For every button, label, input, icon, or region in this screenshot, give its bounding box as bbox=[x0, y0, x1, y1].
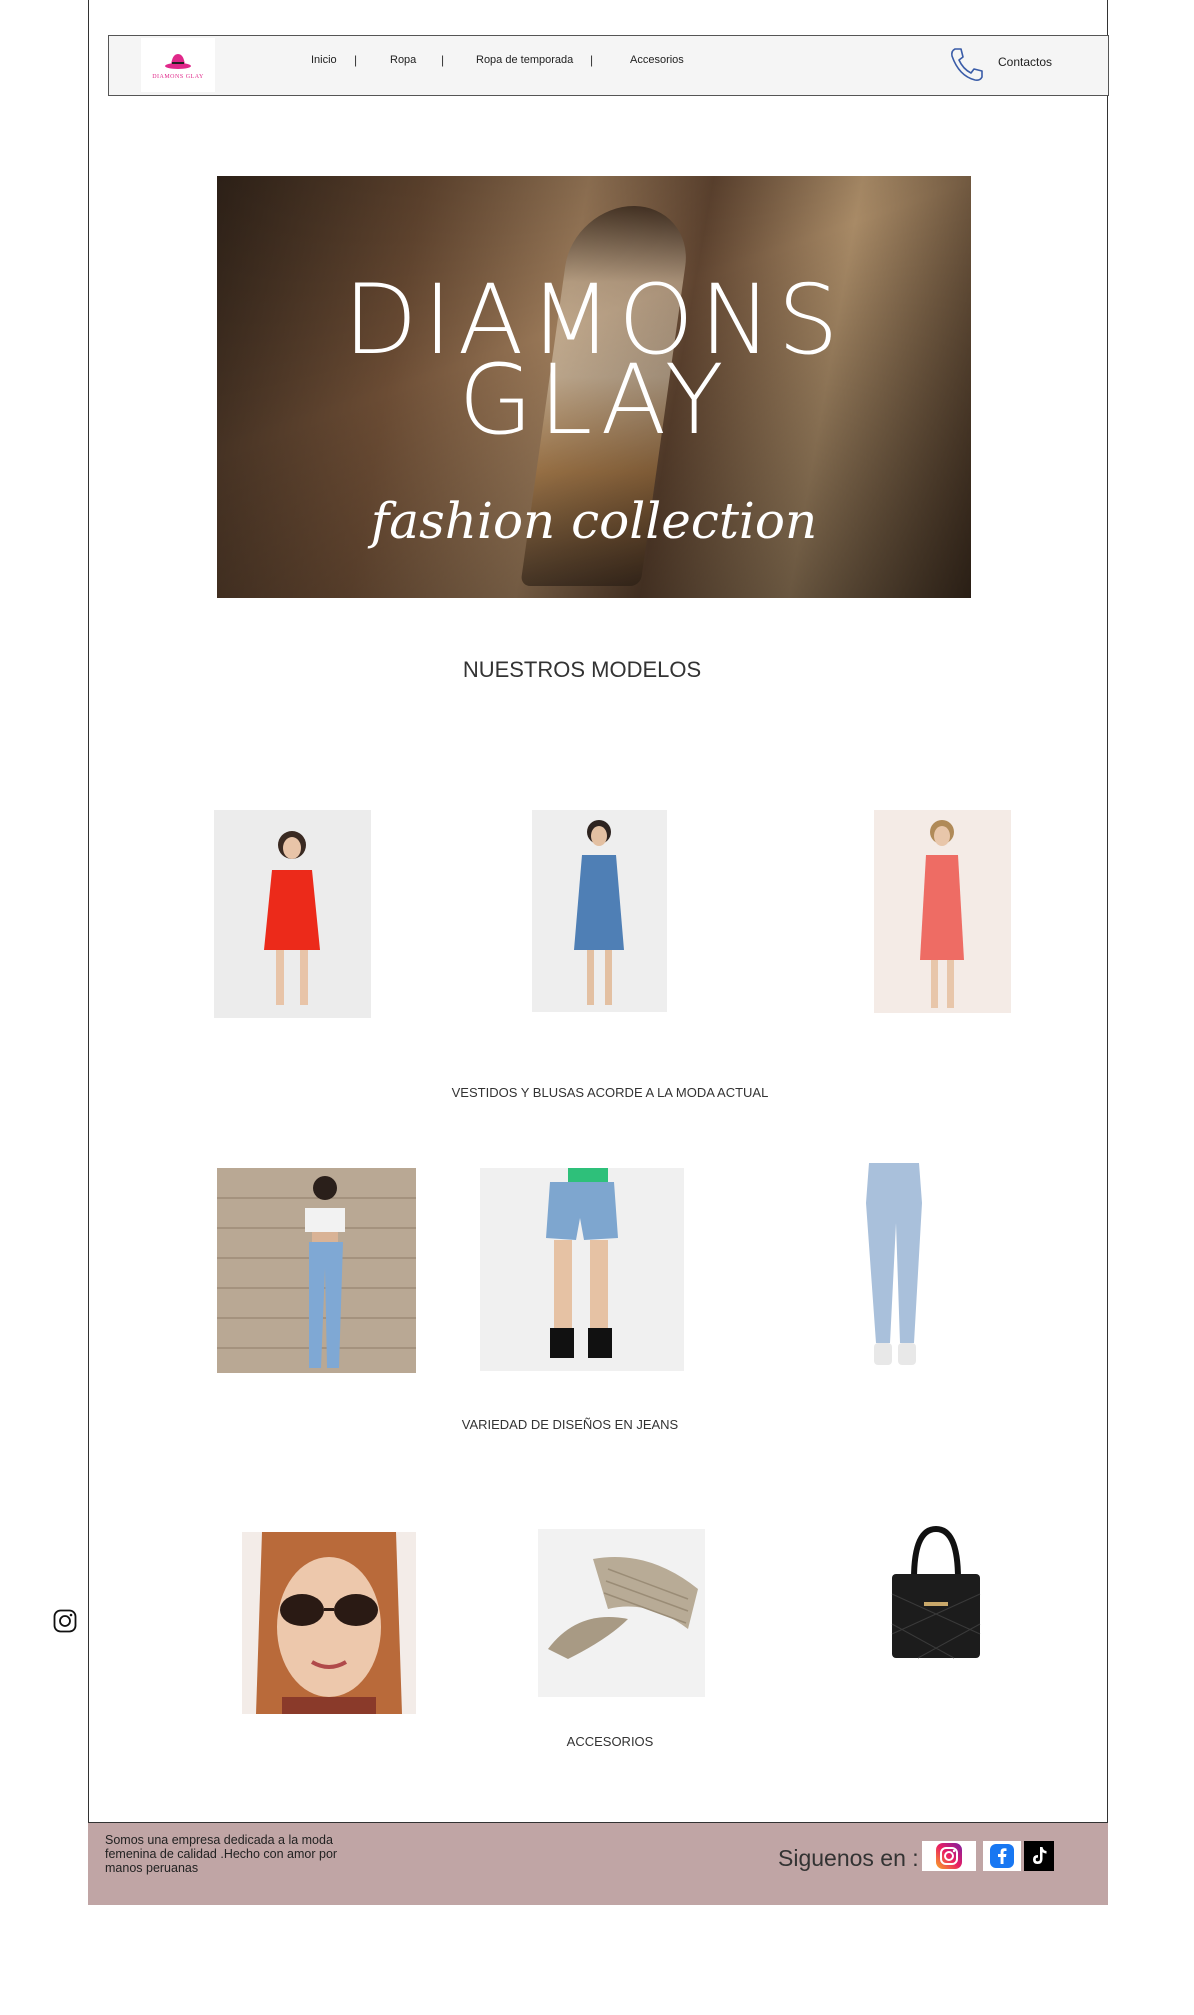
product-lace-jeans[interactable] bbox=[217, 1168, 416, 1373]
facebook-icon bbox=[990, 1844, 1014, 1868]
hat-logo-icon bbox=[165, 54, 191, 69]
nav-accesorios[interactable]: Accesorios bbox=[630, 54, 684, 66]
product-red-dress[interactable] bbox=[214, 810, 371, 1018]
denim-shorts-image bbox=[546, 1168, 618, 1358]
nav-separator: | bbox=[441, 53, 445, 67]
hero-banner: DIAMONS GLAY fashion collection bbox=[217, 176, 971, 598]
product-coral-dress[interactable] bbox=[874, 810, 1011, 1013]
facebook-link[interactable] bbox=[983, 1841, 1021, 1871]
denim-dress-image bbox=[574, 820, 624, 1005]
accessories-caption: ACCESORIOS bbox=[566, 1734, 654, 1749]
tiktok-link[interactable] bbox=[1024, 1841, 1054, 1871]
footer: Somos una empresa dedicada a la moda fem… bbox=[88, 1822, 1108, 1905]
logo-wordmark: DIAMONS GLAY bbox=[152, 74, 204, 80]
follow-label: Siguenos en : bbox=[778, 1845, 919, 1871]
hero-title-line2: GLAY bbox=[458, 344, 730, 456]
instagram-link[interactable] bbox=[922, 1841, 976, 1871]
hero-subtitle: fashion collection bbox=[370, 492, 818, 550]
red-dress-image bbox=[264, 831, 320, 1005]
dresses-caption: VESTIDOS Y BLUSAS ACORDE A LA MODA ACTUA… bbox=[451, 1085, 769, 1100]
phone-icon[interactable] bbox=[949, 46, 983, 82]
visor-cap-image bbox=[548, 1557, 698, 1659]
product-handbag[interactable] bbox=[884, 1524, 988, 1662]
nav-separator: | bbox=[590, 53, 594, 67]
about-text: Somos una empresa dedicada a la moda fem… bbox=[105, 1833, 338, 1875]
handbag-image bbox=[891, 1525, 981, 1659]
product-visor-cap[interactable] bbox=[538, 1529, 705, 1697]
skinny-jeans-image bbox=[866, 1163, 922, 1365]
product-sunglasses[interactable] bbox=[242, 1532, 416, 1714]
sunglasses-image bbox=[256, 1532, 402, 1714]
product-denim-dress[interactable] bbox=[532, 810, 667, 1012]
nav-separator: | bbox=[354, 53, 358, 67]
instagram-icon[interactable] bbox=[53, 1609, 77, 1633]
nav-ropa-temporada[interactable]: Ropa de temporada bbox=[476, 54, 573, 66]
instagram-icon bbox=[936, 1843, 962, 1869]
top-navbar: DIAMONS GLAY Inicio | Ropa | Ropa de tem… bbox=[108, 35, 1109, 96]
product-denim-shorts[interactable] bbox=[480, 1168, 684, 1371]
lace-jeans-image bbox=[217, 1168, 416, 1373]
tiktok-icon bbox=[1033, 1847, 1047, 1864]
brand-logo[interactable]: DIAMONS GLAY bbox=[141, 38, 215, 92]
product-skinny-jeans[interactable] bbox=[834, 1163, 954, 1373]
contact-link[interactable]: Contactos bbox=[998, 55, 1052, 69]
nav-ropa[interactable]: Ropa bbox=[390, 54, 416, 66]
jeans-caption: VARIEDAD DE DISEÑOS EN JEANS bbox=[461, 1417, 679, 1432]
coral-dress-image bbox=[920, 820, 964, 1008]
nav-inicio[interactable]: Inicio bbox=[311, 54, 337, 66]
section-title: NUESTROS MODELOS bbox=[462, 657, 702, 682]
